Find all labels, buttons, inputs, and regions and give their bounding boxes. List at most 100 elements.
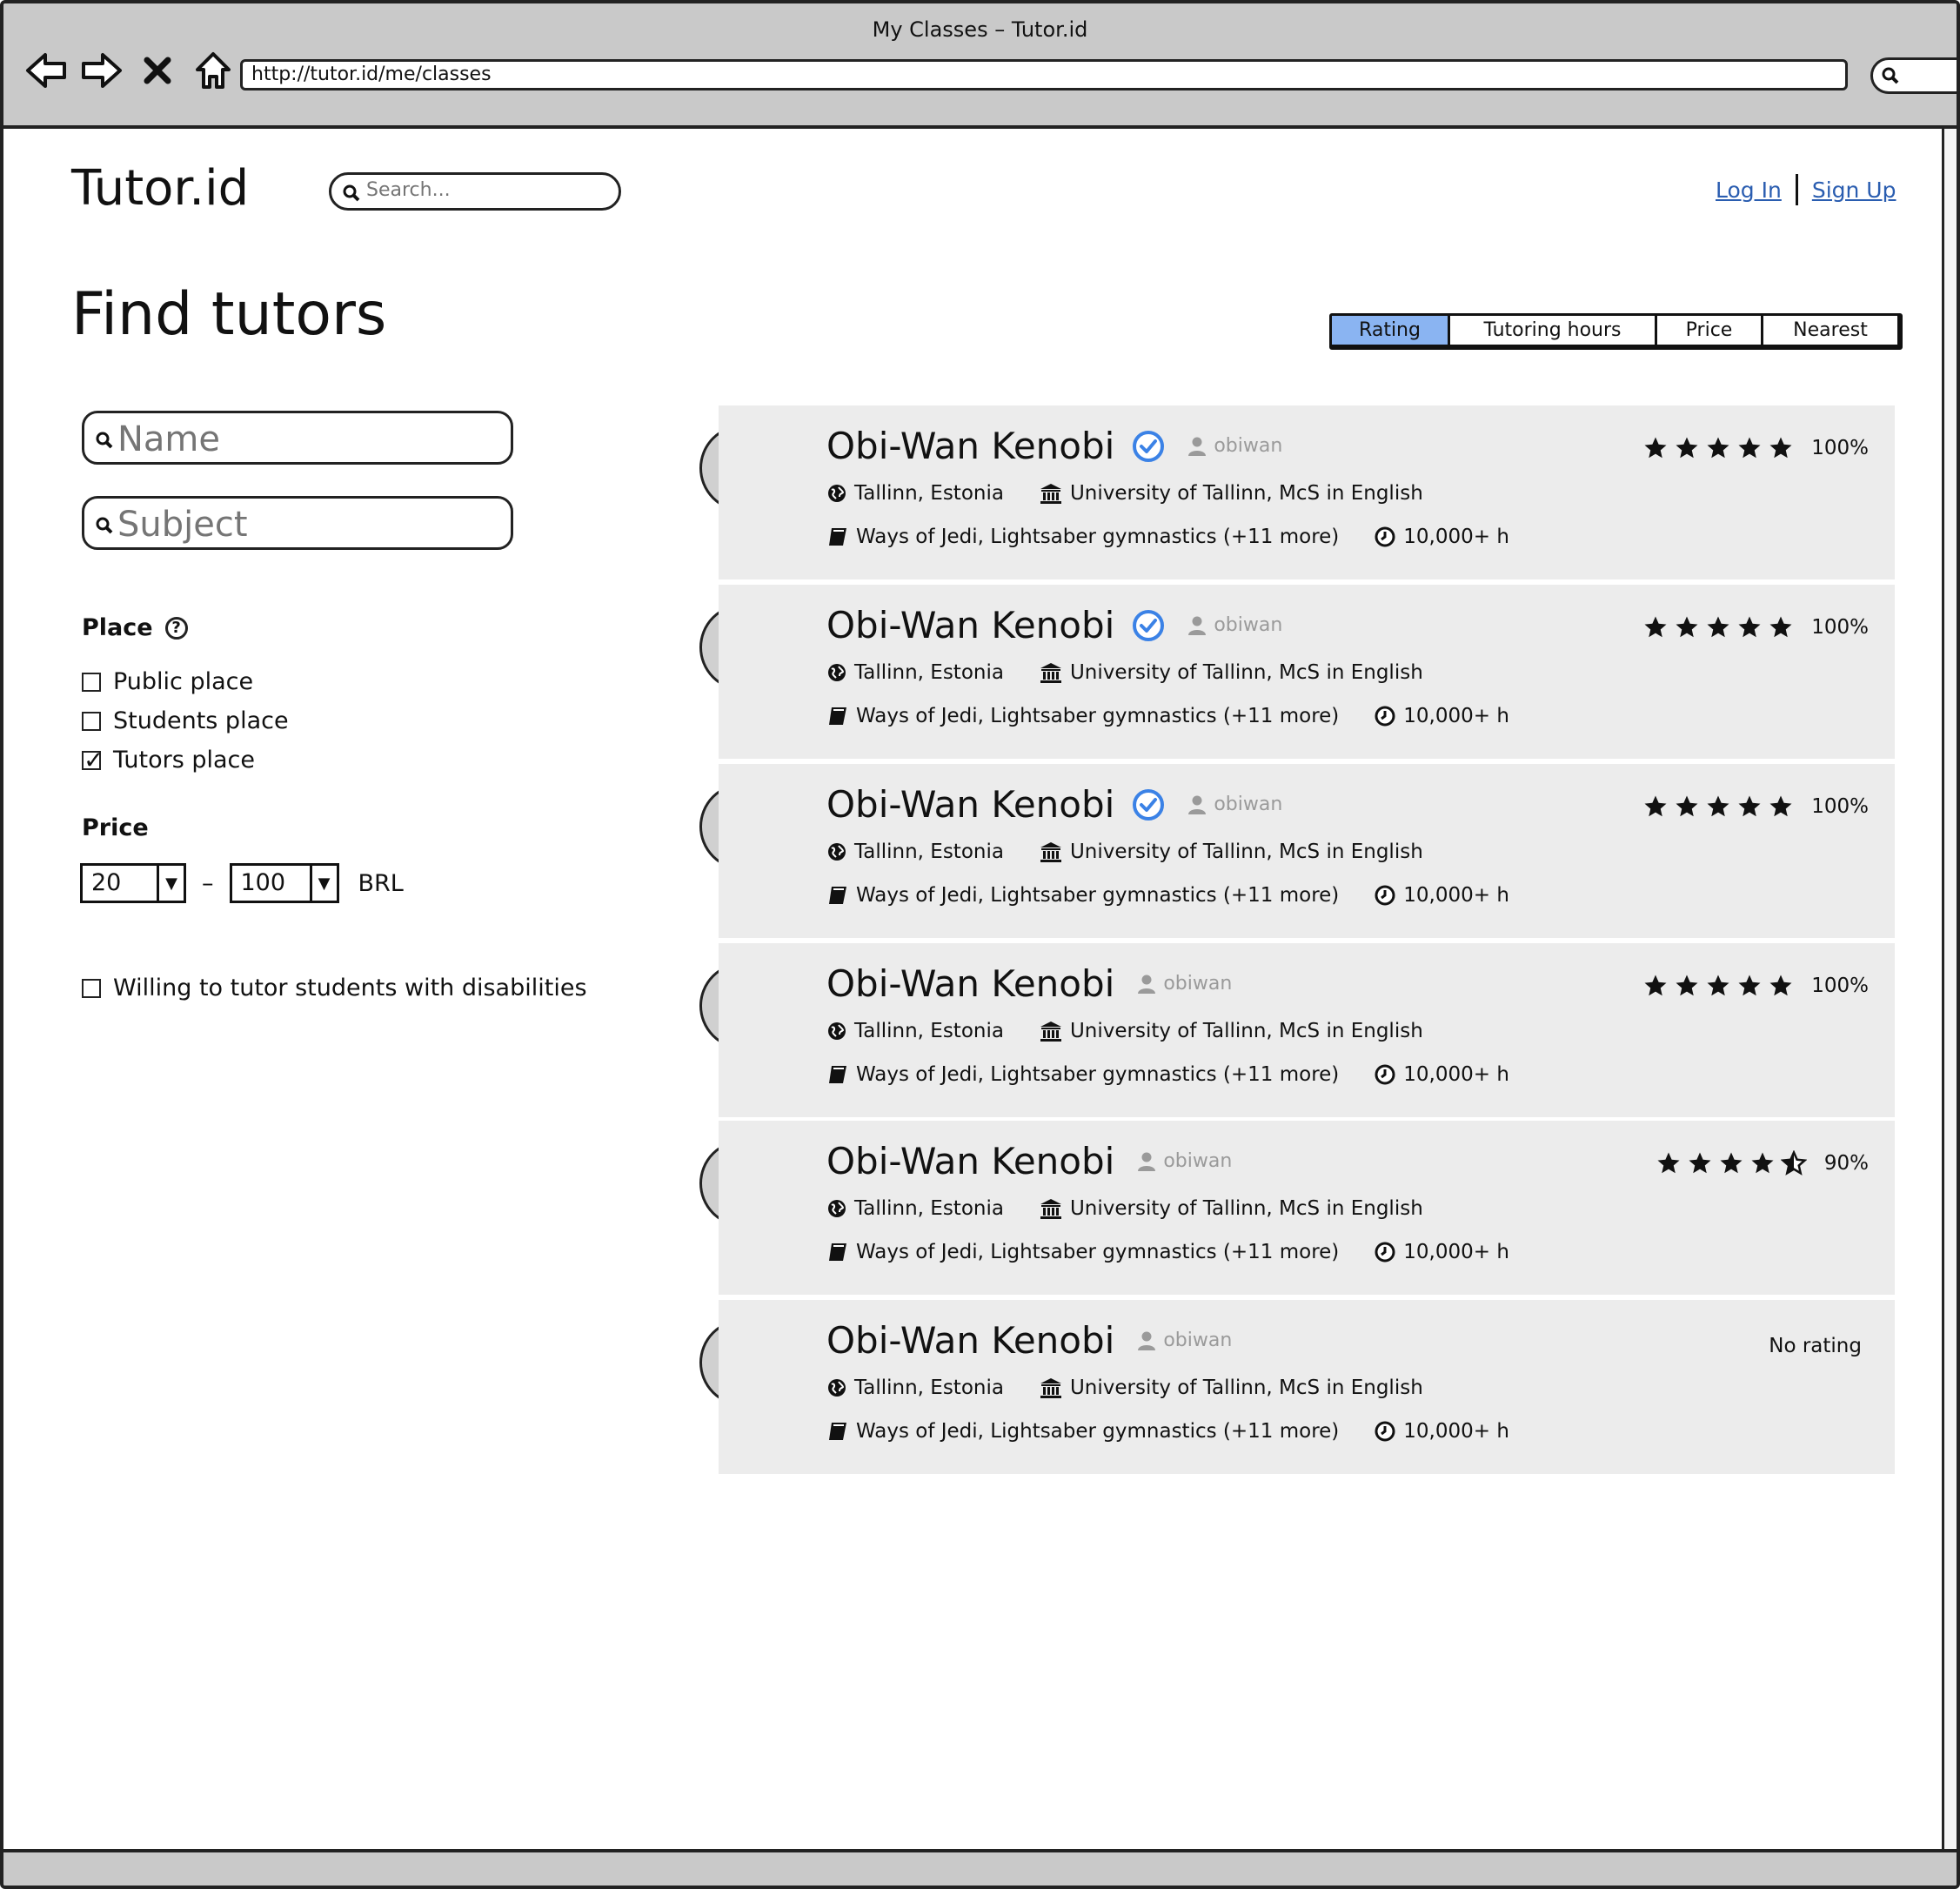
- tutor-education: University of Tallinn, McS in English: [1069, 1197, 1423, 1220]
- tutor-name[interactable]: Obi-Wan Kenobi: [826, 1319, 1114, 1362]
- tutor-hours: 10,000+ h: [1403, 1420, 1509, 1443]
- tutor-name[interactable]: Obi-Wan Kenobi: [826, 962, 1114, 1005]
- currency-label: BRL: [358, 869, 404, 897]
- subject-filter-input[interactable]: [116, 504, 502, 546]
- dropdown-arrow-icon[interactable]: ▼: [309, 866, 337, 901]
- tutor-username: obiwan: [1137, 1150, 1232, 1172]
- vertical-scrollbar[interactable]: [1942, 129, 1957, 1856]
- username-text: obiwan: [1163, 1330, 1233, 1351]
- disabilities-checkbox[interactable]: Willing to tutor students with disabilit…: [82, 975, 587, 1001]
- tutors-place-checkbox[interactable]: Tutors place: [82, 746, 255, 774]
- rating-stars: [1642, 614, 1794, 640]
- tutor-details: Tallinn, Estonia University of Tallinn, …: [826, 482, 1423, 505]
- tutor-card[interactable]: Obi-Wan Kenobi obiwan Tallinn, Estonia U…: [719, 764, 1895, 938]
- sort-rating[interactable]: Rating: [1332, 316, 1450, 345]
- checkbox-box[interactable]: [82, 746, 104, 774]
- checkbox-label: Willing to tutor students with disabilit…: [113, 975, 587, 1001]
- auth-divider: [1795, 174, 1798, 205]
- user-icon: [1137, 974, 1156, 995]
- price-max-select[interactable]: 100 ▼: [229, 863, 339, 903]
- tutor-username: obiwan: [1187, 614, 1282, 636]
- username-text: obiwan: [1163, 1150, 1233, 1172]
- globe-icon: [826, 1377, 847, 1398]
- back-arrow-icon[interactable]: [23, 47, 70, 94]
- star-icon: [1642, 794, 1669, 820]
- forward-arrow-icon[interactable]: [78, 47, 125, 94]
- sort-nearest[interactable]: Nearest: [1763, 316, 1897, 345]
- name-filter-input[interactable]: [116, 419, 502, 460]
- username-text: obiwan: [1163, 973, 1233, 995]
- tutor-education: University of Tallinn, McS in English: [1069, 661, 1423, 684]
- user-icon: [1137, 1330, 1156, 1351]
- username-text: obiwan: [1214, 435, 1283, 457]
- sort-control: Rating Tutoring hours Price Nearest: [1329, 313, 1903, 350]
- star-icon: [1736, 794, 1763, 820]
- site-search-input[interactable]: [365, 178, 612, 202]
- search-icon: [96, 432, 113, 449]
- sort-tutoring-hours[interactable]: Tutoring hours: [1450, 316, 1657, 345]
- students-place-checkbox[interactable]: Students place: [82, 707, 289, 734]
- tutor-rating: 90%: [1656, 1150, 1869, 1176]
- tutor-name[interactable]: Obi-Wan Kenobi: [826, 604, 1114, 646]
- tutor-name[interactable]: Obi-Wan Kenobi: [826, 1140, 1114, 1182]
- star-icon: [1642, 614, 1669, 640]
- checkbox-box[interactable]: [82, 711, 101, 731]
- star-icon: [1674, 973, 1700, 999]
- tutor-location: Tallinn, Estonia: [854, 1197, 1004, 1220]
- address-bar[interactable]: http://tutor.id/me/classes: [240, 59, 1848, 90]
- tutor-hours: 10,000+ h: [1403, 1241, 1509, 1263]
- star-icon: [1674, 435, 1700, 461]
- tutor-name-row: Obi-Wan Kenobi obiwan: [826, 783, 1282, 826]
- tutor-card[interactable]: Obi-Wan Kenobi obiwan Tallinn, Estonia U…: [719, 1121, 1895, 1295]
- rating-percent: 100%: [1811, 795, 1869, 818]
- site-logo[interactable]: Tutor.id: [71, 160, 249, 217]
- university-icon: [1039, 1197, 1063, 1220]
- tutor-name-row: Obi-Wan Kenobi obiwan: [826, 604, 1282, 646]
- price-min-select[interactable]: 20 ▼: [80, 863, 186, 903]
- book-icon: [826, 705, 849, 727]
- tutor-education: University of Tallinn, McS in English: [1069, 1020, 1423, 1042]
- tutor-details: Tallinn, Estonia University of Tallinn, …: [826, 1377, 1423, 1399]
- price-label: Price: [82, 814, 149, 841]
- clock-icon: [1374, 526, 1396, 548]
- public-place-checkbox[interactable]: Public place: [82, 668, 253, 695]
- university-icon: [1039, 841, 1063, 863]
- tutor-subjects: Ways of Jedi, Lightsaber gymnastics (+11…: [856, 884, 1340, 907]
- tutor-location: Tallinn, Estonia: [854, 1377, 1004, 1399]
- tutor-details: Tallinn, Estonia University of Tallinn, …: [826, 661, 1423, 684]
- tutor-card[interactable]: Obi-Wan Kenobi obiwan Tallinn, Estonia U…: [719, 405, 1895, 579]
- tutor-card[interactable]: Obi-Wan Kenobi obiwan Tallinn, Estonia U…: [719, 585, 1895, 759]
- sort-price[interactable]: Price: [1657, 316, 1763, 345]
- site-search[interactable]: [329, 172, 621, 211]
- name-filter[interactable]: [82, 411, 513, 465]
- home-icon[interactable]: [190, 47, 237, 94]
- browser-nav: [23, 47, 237, 94]
- checkbox-box[interactable]: [82, 672, 101, 692]
- book-icon: [826, 1063, 849, 1086]
- username-text: obiwan: [1214, 614, 1283, 636]
- tutor-subjects-row: Ways of Jedi, Lightsaber gymnastics (+11…: [826, 884, 1509, 907]
- tutor-location: Tallinn, Estonia: [854, 482, 1004, 505]
- clock-icon: [1374, 1241, 1396, 1263]
- tutor-hours: 10,000+ h: [1403, 884, 1509, 907]
- tutor-card[interactable]: Obi-Wan Kenobi obiwan Tallinn, Estonia U…: [719, 1300, 1895, 1474]
- clock-icon: [1374, 705, 1396, 727]
- tutor-name[interactable]: Obi-Wan Kenobi: [826, 783, 1114, 826]
- globe-icon: [826, 841, 847, 862]
- tutor-hours: 10,000+ h: [1403, 705, 1509, 727]
- stop-icon[interactable]: [134, 47, 181, 94]
- tutor-details: Tallinn, Estonia University of Tallinn, …: [826, 841, 1423, 863]
- checkbox-box[interactable]: [82, 978, 101, 998]
- help-icon[interactable]: ?: [164, 616, 188, 640]
- star-icon: [1768, 973, 1794, 999]
- browser-search-box[interactable]: [1870, 57, 1957, 94]
- login-link[interactable]: Log In: [1716, 178, 1782, 203]
- tutor-card[interactable]: Obi-Wan Kenobi obiwan Tallinn, Estonia U…: [719, 943, 1895, 1117]
- star-icon: [1736, 435, 1763, 461]
- subject-filter[interactable]: [82, 496, 513, 550]
- clock-icon: [1374, 1063, 1396, 1086]
- tutor-name[interactable]: Obi-Wan Kenobi: [826, 425, 1114, 467]
- globe-icon: [826, 1198, 847, 1219]
- dropdown-arrow-icon[interactable]: ▼: [157, 866, 184, 901]
- signup-link[interactable]: Sign Up: [1812, 178, 1896, 203]
